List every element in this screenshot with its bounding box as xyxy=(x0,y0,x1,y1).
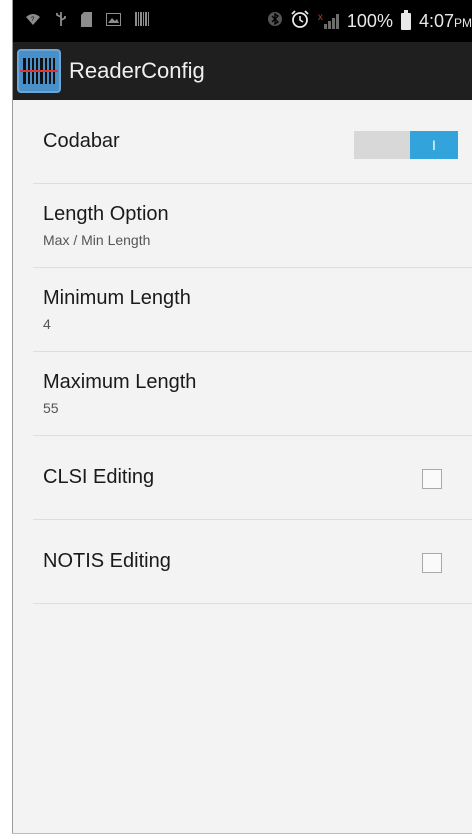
battery-percent: 100% xyxy=(346,10,393,31)
pref-maximum-length[interactable]: Maximum Length 55 xyxy=(33,352,472,436)
sd-card-icon xyxy=(81,11,92,31)
barcode-scanner-icon[interactable] xyxy=(17,49,61,93)
codabar-switch[interactable]: I xyxy=(354,131,458,159)
app-title: ReaderConfig xyxy=(69,58,205,83)
pref-summary: Max / Min Length xyxy=(43,232,151,248)
action-bar: ReaderConfig xyxy=(13,42,472,100)
pref-clsi-editing[interactable]: CLSI Editing xyxy=(33,436,472,520)
image-icon xyxy=(106,12,121,30)
clock-time: 4:07 xyxy=(418,10,454,31)
bluetooth-icon xyxy=(267,10,282,33)
clock: 4:07PM xyxy=(419,11,472,32)
pref-codabar[interactable]: Codabar I xyxy=(33,100,472,184)
preference-list: Codabar I Length Option Max / Min Length… xyxy=(33,100,472,604)
pref-title: NOTIS Editing xyxy=(43,550,171,572)
notis-editing-checkbox[interactable] xyxy=(422,553,442,573)
signal-icon: x xyxy=(318,13,339,29)
switch-thumb: I xyxy=(410,131,458,159)
status-bar: ? x 100% 4:07PM xyxy=(13,0,472,42)
pref-title: Length Option xyxy=(43,203,169,225)
screen: ? x 100% 4:07PM ReaderConfig Codabar I L… xyxy=(13,0,472,834)
pref-length-option[interactable]: Length Option Max / Min Length xyxy=(33,184,472,268)
wifi-icon: ? xyxy=(25,12,41,30)
system-icons: x 100% 4:07PM xyxy=(267,0,472,42)
pref-notis-editing[interactable]: NOTIS Editing xyxy=(33,520,472,604)
notification-icons: ? xyxy=(13,11,149,31)
clock-suffix: PM xyxy=(454,15,472,30)
battery-icon xyxy=(400,9,411,30)
clsi-editing-checkbox[interactable] xyxy=(422,469,442,489)
pref-summary: 4 xyxy=(43,316,51,332)
alarm-icon xyxy=(290,9,310,34)
pref-title: Maximum Length xyxy=(43,371,197,393)
pref-title: CLSI Editing xyxy=(43,466,155,488)
usb-icon xyxy=(55,11,67,31)
barcode-notification-icon xyxy=(135,12,149,30)
pref-summary: 55 xyxy=(43,400,59,416)
pref-title: Minimum Length xyxy=(43,287,191,309)
pref-minimum-length[interactable]: Minimum Length 4 xyxy=(33,268,472,352)
